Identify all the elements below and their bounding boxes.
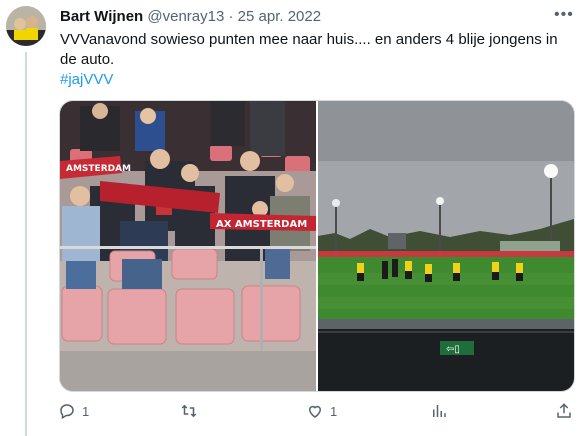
like-button[interactable]: 1 [306,402,337,420]
views-icon [433,405,446,417]
tweet-date[interactable]: 25 apr. 2022 [238,8,321,25]
scarf-text-2: AX AMSTERDAM [216,219,307,230]
like-icon [308,405,322,418]
tweet-text: VVVanavond sowieso punten mee naar huis.… [60,31,558,68]
tweet[interactable]: Bart Wijnen @venray13 · 25 apr. 2022 •••… [0,0,587,436]
separator: · [228,8,234,25]
reply-icon [60,404,74,420]
photo-pitch[interactable]: ⇦▯ [318,101,574,391]
more-dots-icon[interactable]: ••• [554,6,574,24]
reply-count: 1 [82,403,90,419]
thread-line [25,52,27,436]
svg-text:⇦▯: ⇦▯ [446,344,460,355]
share-icon [557,403,571,418]
share-button[interactable] [555,402,573,420]
retweet-icon [181,404,197,418]
media-grid[interactable]: AMSTERDAM AX AMSTERDAM ⇦▯ [59,100,575,392]
avatar[interactable] [6,6,46,46]
hashtag-link[interactable]: #jajVVV [60,70,113,90]
author-handle[interactable]: @venray13 [147,8,224,25]
author-name[interactable]: Bart Wijnen [60,8,143,25]
photo-fans[interactable]: AMSTERDAM AX AMSTERDAM [60,101,316,391]
avatar-image [6,6,46,46]
tweet-header: Bart Wijnen @venray13 · 25 apr. 2022 [60,8,321,26]
like-count: 1 [330,403,338,419]
action-bar: 1 1 [58,402,578,424]
views-button[interactable] [430,402,448,420]
retweet-button[interactable] [180,402,204,420]
reply-button[interactable]: 1 [58,402,89,420]
scarf-text-1: AMSTERDAM [66,164,131,174]
